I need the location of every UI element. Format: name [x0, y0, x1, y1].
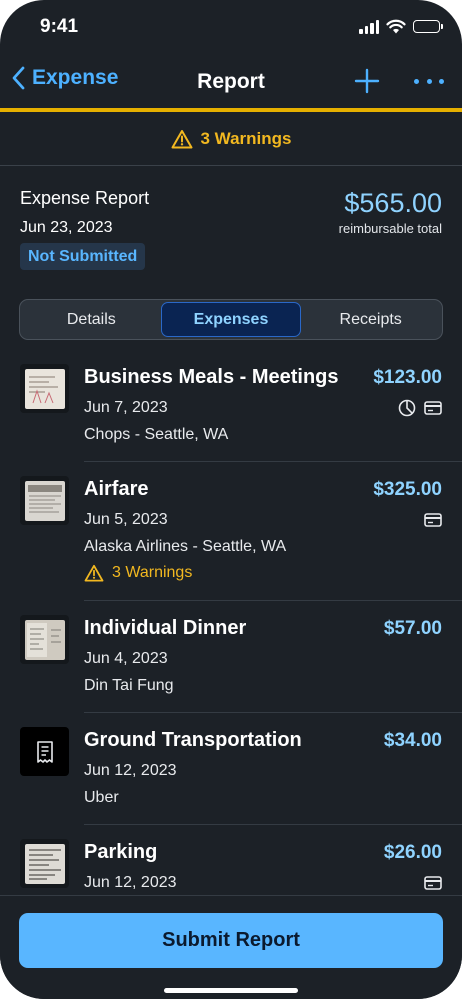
receipt-image: [24, 480, 65, 521]
warning-icon: [84, 564, 104, 582]
receipt-image: [24, 619, 65, 660]
expense-warning: 3 Warnings: [84, 564, 192, 582]
expense-vendor: Alaska Airlines - Seattle, WA: [84, 538, 287, 555]
receipt-thumbnail: [20, 476, 69, 525]
report-name: Expense Report: [20, 188, 150, 208]
expense-vendor: Uber: [84, 789, 119, 806]
wifi-icon: [386, 19, 406, 34]
receipt-thumbnail: [20, 727, 69, 776]
expense-date: Jun 7, 2023: [84, 399, 168, 416]
receipt-image: [24, 368, 65, 409]
report-summary: Expense Report Jun 23, 2023 Not Submitte…: [0, 166, 462, 286]
expense-item-business-meals[interactable]: Business Meals - Meetings $123.00 Jun 7,…: [0, 350, 462, 462]
receipt-thumbnail: [20, 615, 69, 664]
nav-bar: Expense Report: [0, 56, 462, 108]
receipt-icon: [36, 740, 53, 763]
report-date: Jun 23, 2023: [20, 219, 113, 236]
receipt-image: [24, 843, 65, 884]
segmented-tabs: Details Expenses Receipts: [19, 299, 443, 340]
expense-vendor: Chops - Seattle, WA: [84, 426, 229, 443]
pie-chart-icon: [398, 399, 416, 417]
expense-amount: $57.00: [383, 618, 442, 639]
total-amount: $565.00: [344, 188, 442, 218]
expense-amount: $325.00: [373, 479, 442, 500]
status-bar: 9:41: [0, 0, 462, 56]
expense-title: Airfare: [84, 478, 149, 500]
receipt-thumbnail: [20, 839, 69, 888]
bottom-bar: Submit Report: [0, 895, 462, 999]
warning-icon: [171, 129, 192, 148]
expense-date: Jun 12, 2023: [84, 874, 177, 891]
expense-title: Parking: [84, 841, 158, 863]
status-icons: [359, 19, 443, 34]
submit-report-button[interactable]: Submit Report: [19, 913, 443, 968]
expense-icons: [398, 399, 442, 417]
credit-card-icon: [424, 401, 442, 415]
expense-item-parking[interactable]: Parking $26.00 Jun 12, 2023: [0, 825, 462, 895]
expense-item-individual-dinner[interactable]: Individual Dinner $57.00 Jun 4, 2023 Din…: [0, 601, 462, 713]
expense-title: Ground Transportation: [84, 729, 302, 751]
expense-date: Jun 12, 2023: [84, 762, 177, 779]
expense-amount: $26.00: [383, 842, 442, 863]
battery-icon: [413, 20, 443, 33]
tab-receipts[interactable]: Receipts: [301, 302, 440, 337]
credit-card-icon: [424, 513, 442, 527]
expense-date: Jun 5, 2023: [84, 511, 168, 528]
expense-list: Business Meals - Meetings $123.00 Jun 7,…: [0, 350, 462, 895]
expense-title: Individual Dinner: [84, 617, 247, 639]
expense-title: Business Meals - Meetings: [84, 366, 339, 388]
expense-warning-text: 3 Warnings: [112, 564, 193, 581]
receipt-thumbnail: [20, 364, 69, 413]
expense-vendor: Din Tai Fung: [84, 677, 174, 694]
signal-icon: [359, 19, 379, 34]
expense-amount: $34.00: [383, 730, 442, 751]
plus-icon[interactable]: [354, 68, 380, 94]
tab-details[interactable]: Details: [22, 302, 161, 337]
expense-item-ground-transportation[interactable]: Ground Transportation $34.00 Jun 12, 202…: [0, 713, 462, 825]
home-indicator[interactable]: [164, 988, 298, 993]
expense-icons: [424, 876, 442, 890]
status-time: 9:41: [40, 16, 79, 37]
page-title: Report: [197, 70, 265, 93]
tab-expenses[interactable]: Expenses: [160, 302, 302, 337]
warnings-banner[interactable]: 3 Warnings: [0, 112, 462, 166]
expense-amount: $123.00: [373, 367, 442, 388]
more-icon[interactable]: [414, 70, 444, 92]
expense-item-airfare[interactable]: Airfare $325.00 Jun 5, 2023 Alaska Airli…: [0, 462, 462, 601]
status-badge: Not Submitted: [20, 243, 146, 270]
total-label: reimbursable total: [338, 221, 442, 236]
warnings-text: 3 Warnings: [200, 128, 292, 148]
phone-screen: 9:41 Expense Report 3 Warnings Expense R…: [0, 0, 462, 999]
expense-icons: [424, 513, 442, 527]
credit-card-icon: [424, 876, 442, 890]
expense-date: Jun 4, 2023: [84, 650, 168, 667]
